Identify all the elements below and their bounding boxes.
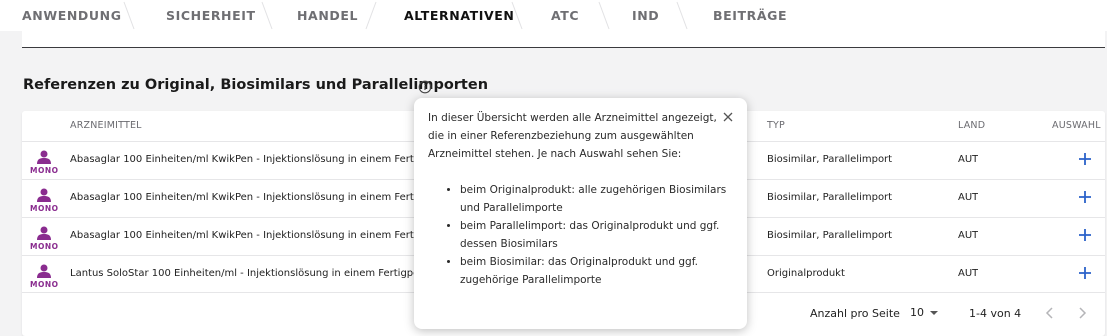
arzneimittel-name[interactable]: Abasaglar 100 Einheiten/ml KwikPen - Inj… bbox=[70, 192, 415, 203]
add-icon[interactable] bbox=[1077, 151, 1093, 167]
tab-separator bbox=[364, 0, 378, 31]
typ-value: Biosimilar, Parallelimport bbox=[767, 154, 893, 165]
tab-separator bbox=[675, 0, 689, 31]
tab-bar: ANWENDUNG SICHERHEIT HANDEL ALTERNATIVEN… bbox=[0, 0, 1107, 31]
previous-card-bottom bbox=[22, 31, 1105, 48]
popover-list-item: beim Parallelimport: das Originalprodukt… bbox=[460, 217, 733, 253]
mono-badge: MONO bbox=[30, 150, 58, 176]
popover-intro: In dieser Übersicht werden alle Arzneimi… bbox=[428, 112, 717, 160]
info-icon[interactable] bbox=[418, 79, 432, 94]
mono-badge: MONO bbox=[30, 264, 58, 290]
tab-ind[interactable]: IND bbox=[632, 0, 659, 31]
close-icon[interactable] bbox=[722, 111, 734, 123]
tab-separator bbox=[510, 0, 524, 31]
tab-separator bbox=[260, 0, 274, 31]
tab-handel[interactable]: HANDEL bbox=[297, 0, 358, 31]
mono-label: MONO bbox=[30, 166, 59, 175]
column-header-auswahl: AUSWAHL bbox=[1052, 120, 1101, 131]
mono-label: MONO bbox=[30, 280, 59, 289]
land-value: AUT bbox=[958, 154, 979, 165]
typ-value: Biosimilar, Parallelimport bbox=[767, 192, 893, 203]
next-page-button[interactable] bbox=[1074, 305, 1090, 321]
chevron-right-icon bbox=[1079, 307, 1087, 319]
add-icon[interactable] bbox=[1077, 189, 1093, 205]
land-value: AUT bbox=[958, 230, 979, 241]
land-value: AUT bbox=[958, 192, 979, 203]
info-popover: In dieser Übersicht werden alle Arzneimi… bbox=[414, 98, 747, 329]
column-header-arzneimittel[interactable]: ARZNEIMITTEL bbox=[70, 120, 142, 131]
person-icon bbox=[37, 226, 51, 240]
column-header-land[interactable]: LAND bbox=[958, 120, 985, 131]
person-icon bbox=[37, 264, 51, 278]
tab-separator bbox=[597, 0, 611, 31]
tab-alternativen[interactable]: ALTERNATIVEN bbox=[404, 0, 514, 31]
add-icon[interactable] bbox=[1077, 265, 1093, 281]
tab-separator bbox=[122, 0, 136, 31]
person-icon bbox=[37, 188, 51, 202]
mono-badge: MONO bbox=[30, 226, 58, 252]
add-icon[interactable] bbox=[1077, 227, 1093, 243]
popover-list-item: beim Biosimilar: das Originalprodukt und… bbox=[460, 253, 733, 289]
tab-anwendung[interactable]: ANWENDUNG bbox=[22, 0, 122, 31]
land-value: AUT bbox=[958, 268, 979, 279]
person-icon bbox=[37, 150, 51, 164]
mono-label: MONO bbox=[30, 242, 59, 251]
previous-page-button[interactable] bbox=[1042, 305, 1058, 321]
column-header-typ[interactable]: TYP bbox=[767, 120, 785, 131]
mono-label: MONO bbox=[30, 204, 59, 213]
per-page-label: Anzahl pro Seite bbox=[810, 307, 900, 320]
tab-beitraege[interactable]: BEITRÄGE bbox=[713, 0, 787, 31]
per-page-select[interactable]: 10 bbox=[910, 306, 938, 319]
chevron-down-icon bbox=[930, 311, 938, 315]
arzneimittel-name[interactable]: Abasaglar 100 Einheiten/ml KwikPen - Inj… bbox=[70, 154, 415, 165]
typ-value: Biosimilar, Parallelimport bbox=[767, 230, 893, 241]
popover-list-item: beim Originalprodukt: alle zugehörigen B… bbox=[460, 181, 733, 217]
tab-sicherheit[interactable]: SICHERHEIT bbox=[166, 0, 256, 31]
tab-atc[interactable]: ATC bbox=[551, 0, 579, 31]
typ-value: Originalprodukt bbox=[767, 268, 845, 279]
arzneimittel-name[interactable]: Abasaglar 100 Einheiten/ml KwikPen - Inj… bbox=[70, 230, 415, 241]
arzneimittel-name[interactable]: Lantus SoloStar 100 Einheiten/ml - Injek… bbox=[70, 268, 415, 279]
pagination-range: 1-4 von 4 bbox=[969, 307, 1022, 320]
chevron-left-icon bbox=[1045, 307, 1053, 319]
popover-list: beim Originalprodukt: alle zugehörigen B… bbox=[428, 181, 733, 289]
per-page-value: 10 bbox=[910, 306, 924, 319]
mono-badge: MONO bbox=[30, 188, 58, 214]
